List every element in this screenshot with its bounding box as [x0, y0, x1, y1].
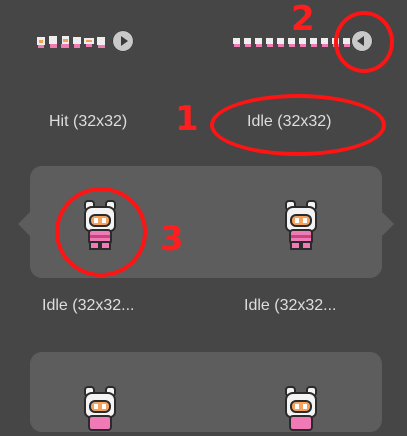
- sprite-frame: [243, 35, 253, 48]
- sprite-frame: [96, 35, 107, 48]
- idle-sprite-thumbnail[interactable]: [82, 388, 118, 436]
- sprite-frame: [84, 35, 95, 48]
- asset-label-hit: Hit (32x32): [49, 113, 128, 130]
- sprite-frame: [265, 35, 275, 48]
- sprite-frame: [320, 35, 330, 48]
- annotation-number-3: 3: [160, 219, 184, 259]
- sprite-frame: [48, 35, 59, 48]
- sprite-frame: [72, 35, 83, 48]
- sub-asset-panel: [30, 352, 382, 432]
- play-icon[interactable]: [112, 30, 134, 52]
- annotation-ellipse-2: [334, 11, 394, 73]
- panel-left-notch: [18, 212, 30, 236]
- sub-asset-label: Idle (32x32...: [244, 297, 337, 314]
- annotation-number-1: 1: [175, 99, 199, 139]
- panel-right-notch: [382, 212, 394, 236]
- idle-sprite-thumbnail[interactable]: [283, 202, 319, 250]
- sprite-frame: [36, 35, 47, 48]
- sprite-frame: [232, 35, 242, 48]
- annotation-ellipse-3: [55, 187, 147, 277]
- sprite-frame: [60, 35, 71, 48]
- sprite-frame: [276, 35, 286, 48]
- sprite-frame: [254, 35, 264, 48]
- annotation-number-2: 2: [291, 0, 315, 39]
- hit-frames: [36, 35, 108, 48]
- annotation-ellipse-1: [210, 94, 386, 156]
- idle-sprite-thumbnail[interactable]: [283, 388, 319, 436]
- sub-asset-label: Idle (32x32...: [42, 297, 135, 314]
- hit-sprite-strip[interactable]: [36, 28, 134, 54]
